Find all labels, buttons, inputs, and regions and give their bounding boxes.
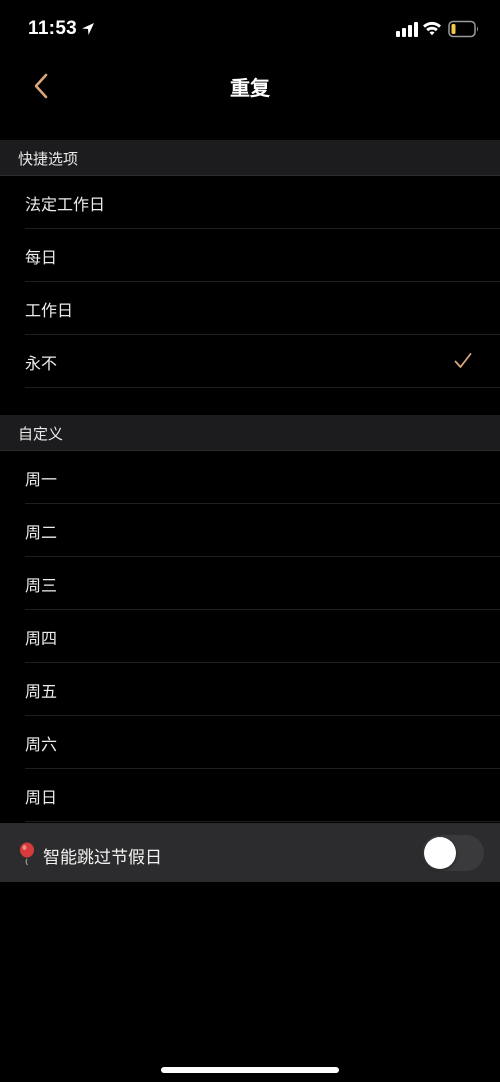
- option-label: 每日: [25, 248, 58, 267]
- location-arrow-icon: [82, 23, 94, 35]
- day-thursday[interactable]: 周四: [0, 610, 500, 663]
- day-label: 周五: [25, 682, 58, 701]
- balloon-icon: [20, 842, 34, 866]
- smart-skip-holidays-row: 智能跳过节假日: [0, 823, 500, 882]
- section-header-quick-options: 快捷选项: [0, 140, 500, 176]
- day-wednesday[interactable]: 周三: [0, 557, 500, 610]
- smart-skip-toggle[interactable]: [422, 835, 484, 871]
- quick-options-list: 法定工作日 每日 工作日 永不: [0, 176, 500, 388]
- day-saturday[interactable]: 周六: [0, 716, 500, 769]
- day-label: 周四: [25, 629, 58, 648]
- section-header-label: 快捷选项: [18, 150, 79, 168]
- option-weekdays[interactable]: 工作日: [0, 282, 500, 335]
- day-label: 周三: [25, 576, 58, 595]
- wifi-icon: [423, 21, 441, 36]
- option-label: 永不: [25, 354, 58, 373]
- smart-skip-label: 智能跳过节假日: [43, 848, 162, 868]
- toggle-knob: [424, 837, 456, 869]
- page-title: 重复: [230, 76, 270, 100]
- section-header-label: 自定义: [18, 425, 64, 443]
- option-statutory-workday[interactable]: 法定工作日: [0, 176, 500, 229]
- day-tuesday[interactable]: 周二: [0, 504, 500, 557]
- day-sunday[interactable]: 周日: [0, 769, 500, 822]
- day-friday[interactable]: 周五: [0, 663, 500, 716]
- option-daily[interactable]: 每日: [0, 229, 500, 282]
- nav-bar: 重复: [0, 60, 500, 112]
- day-label: 周二: [25, 523, 58, 542]
- option-never[interactable]: 永不: [0, 335, 500, 388]
- home-indicator: [161, 1067, 339, 1073]
- day-monday[interactable]: 周一: [0, 451, 500, 504]
- day-label: 周日: [25, 788, 58, 807]
- repeat-screen: 11:53 重复 快捷选项 法定工作日 每日 工作日 永不 自定义 周一 周二 …: [0, 0, 500, 1082]
- day-label: 周六: [25, 735, 58, 754]
- status-bar: 11:53: [0, 0, 500, 60]
- checkmark-icon: [454, 353, 472, 368]
- battery-icon: [448, 20, 478, 38]
- option-label: 法定工作日: [25, 195, 106, 214]
- day-label: 周一: [25, 470, 58, 489]
- signal-icon: [396, 22, 418, 37]
- section-header-custom: 自定义: [0, 415, 500, 451]
- option-label: 工作日: [25, 301, 74, 320]
- status-time: 11:53: [28, 18, 78, 39]
- custom-days-list: 周一 周二 周三 周四 周五 周六 周日: [0, 451, 500, 822]
